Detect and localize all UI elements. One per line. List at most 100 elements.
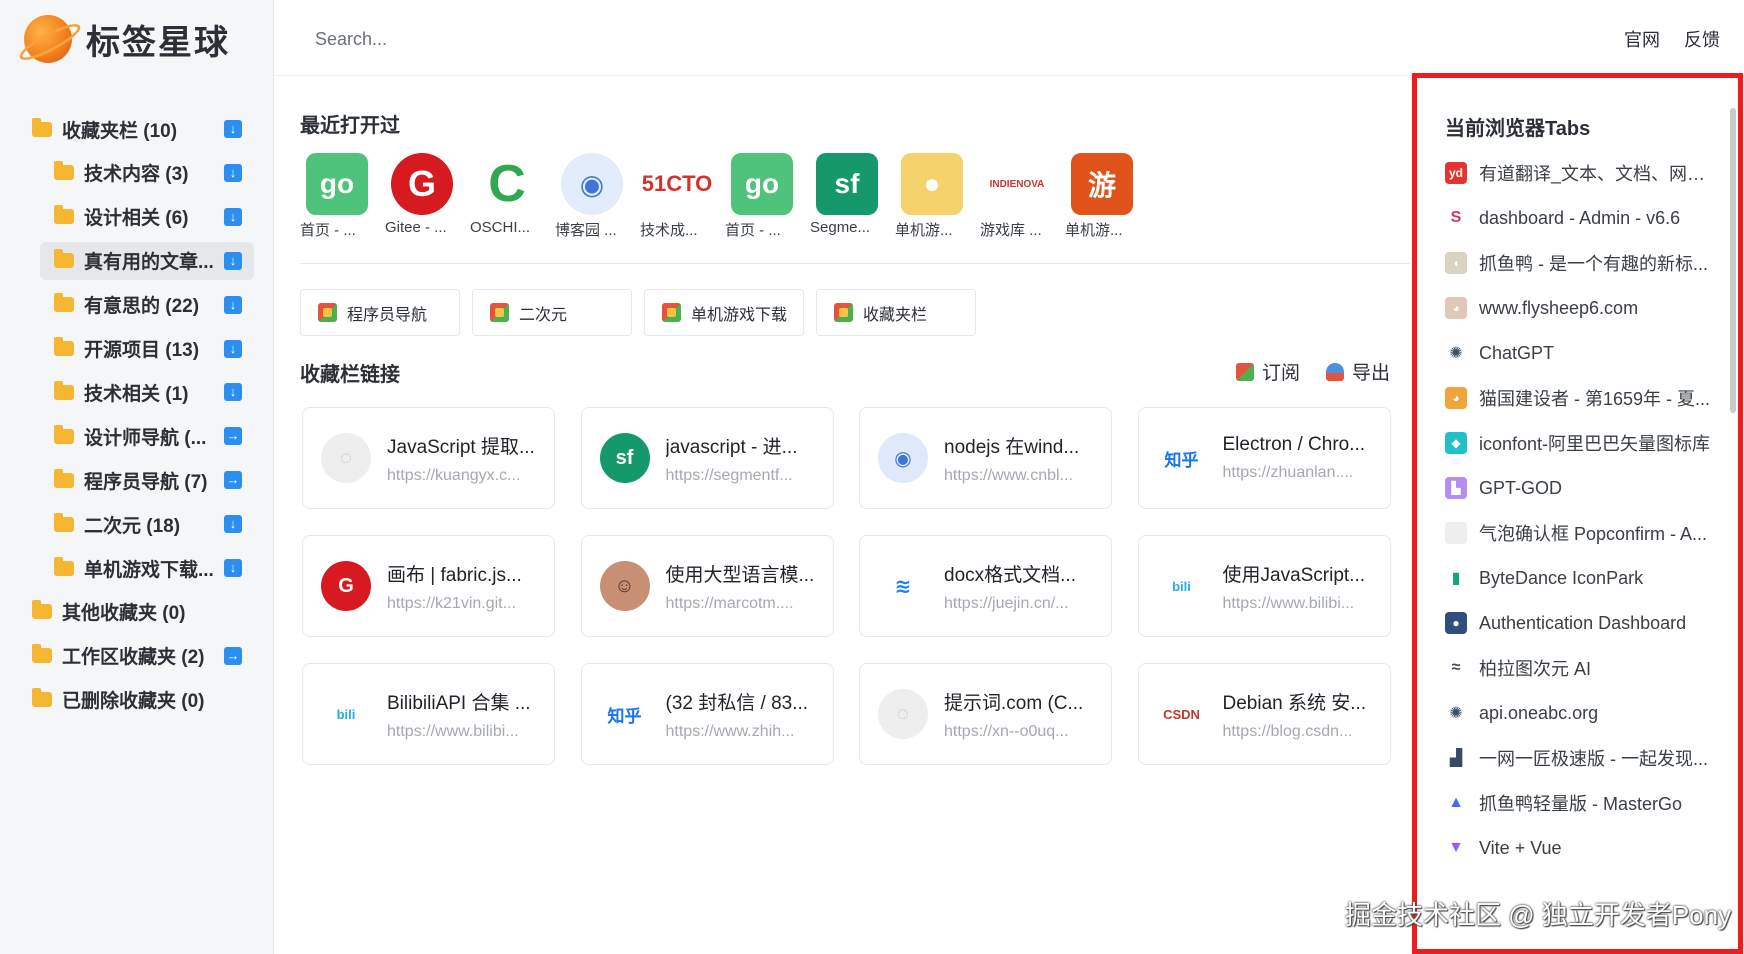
link-card[interactable]: sf javascript - 进... https://segmentf... [580,407,834,509]
browser-tab-item[interactable]: ▼ Vite + Vue [1445,833,1715,863]
download-icon[interactable]: ↓ [224,207,242,226]
folder-chip[interactable]: 收藏夹栏 [816,289,976,336]
link-card[interactable]: ◉ nodejs 在wind... https://www.cnbl... [859,407,1112,509]
link-card[interactable]: G 画布 | fabric.js... https://k21vin.git... [302,535,555,637]
browser-tab-item[interactable]: ▙ GPT-GOD [1445,473,1715,503]
link-card[interactable]: 知乎 (32 封私信 / 83... https://www.zhih... [580,663,834,765]
download-icon[interactable]: ↓ [224,120,242,138]
recent-item[interactable]: ɡo 首页 - ... [300,153,385,240]
link-card[interactable]: bili 使用JavaScript... https://www.bilibi... [1137,535,1391,637]
browser-tab-item[interactable]: ▮ ByteDance IconPark [1445,563,1715,593]
link-card[interactable]: CSDN Debian 系统 安... https://blog.csdn... [1137,663,1391,765]
folder-icon [54,512,74,532]
folder-icon [54,337,74,356]
browser-tab-item[interactable]: 气泡确认框 Popconfirm - A... [1445,518,1715,548]
card-text: 使用JavaScript... https://www.bilibi... [1223,560,1375,613]
folder-icon [54,380,74,400]
search-input[interactable] [315,26,715,52]
card-title: Debian 系统 安... [1222,692,1367,714]
download-icon[interactable]: ↓ [224,163,242,182]
arrow-right-icon[interactable]: → [224,471,242,490]
card-text: 画布 | fabric.js... https://k21vin.git... [387,560,539,613]
download-icon[interactable]: ↓ [224,515,242,534]
browser-tab-label: 柏拉图次元 AI [1479,659,1592,679]
sidebar-folder[interactable]: 单机游戏下载... ↓ [40,549,254,587]
link-card[interactable]: ◌ 提示词.com (C... https://xn--o0uq... [859,663,1112,765]
subscribe-button[interactable]: 订阅 [1235,358,1300,385]
browser-tab-label: 一网一匠极速版 - 一起发现... [1479,749,1708,769]
sidebar-folder[interactable]: 技术内容 (3) ↓ [40,154,254,192]
recent-item[interactable]: 游单机游... [1065,153,1150,240]
tabs-scrollbar[interactable] [1730,108,1736,413]
link-card[interactable]: bili BilibiliAPI 合集 ... https://www.bilibi… [302,663,555,765]
sidebar-folder[interactable]: 真有用的文章... ↓ [40,241,254,280]
app-logo[interactable]: 标签星球 [24,12,230,66]
folder-chip[interactable]: 单机游戏下载 [644,289,804,336]
download-icon[interactable]: ↓ [224,383,242,402]
folder-chip[interactable]: 程序员导航 [300,289,460,336]
sidebar-folder[interactable]: 设计师导航 (... → [40,417,254,455]
recent-item[interactable]: ɡo 首页 - ... [725,153,810,240]
arrow-right-icon[interactable]: → [224,646,242,665]
recent-item[interactable]: ◉ 博客园 ... [555,153,640,240]
recent-item-label: 游戏库 ... [980,222,1042,239]
gitee-icon: G [391,153,453,215]
sidebar-folder[interactable]: 设计相关 (6) ↓ [40,198,254,236]
sidebar-folder[interactable]: 有意思的 (22) ↓ [40,286,254,324]
link-card[interactable]: ≋ docx格式文档... https://juejin.cn/... [859,535,1112,637]
sidebar-folder[interactable]: 二次元 (18) ↓ [40,505,254,543]
top-links: 官网 反馈 [1624,26,1720,52]
sidebar-folder[interactable]: 开源项目 (13) ↓ [40,330,254,368]
recent-item[interactable]: ● 单机游... [895,153,980,240]
cnblogs-icon: ◉ [561,153,623,215]
browser-tab-item[interactable]: ≈ 柏拉图次元 AI [1445,653,1715,683]
browser-tab-item[interactable]: ● Authentication Dashboard [1445,608,1715,638]
folder-chip[interactable]: 二次元 [472,289,632,336]
recent-item[interactable]: sf Segme... [810,153,895,240]
browser-tab-item[interactable]: ▲ 抓鱼鸭轻量版 - MasterGo [1445,788,1715,818]
link-card[interactable]: 知乎 Electron / Chro... https://zhuanlan.... [1137,407,1391,509]
sidebar-folder[interactable]: 收藏夹栏 (10) ↓ [20,110,254,148]
recent-item[interactable]: G Gitee - ... [385,153,470,240]
sidebar-folder[interactable]: 其他收藏夹 (0) [20,593,254,631]
sidebar-folder[interactable]: 程序员导航 (7) → [40,461,254,499]
export-button[interactable]: 导出 [1325,358,1390,385]
s-logo-icon: S [1445,207,1467,229]
browser-tab-item[interactable]: ✺ ChatGPT [1445,338,1715,368]
browser-tab-label: 抓鱼鸭 - 是一个有趣的新标... [1479,254,1708,274]
browser-tab-item[interactable]: ▟ 一网一匠极速版 - 一起发现... [1445,743,1715,773]
arrow-right-icon[interactable]: → [224,427,242,446]
download-icon[interactable]: ↓ [224,295,242,314]
browser-tab-label: api.oneabc.org [1479,702,1599,723]
sidebar-folder[interactable]: 已删除收藏夹 (0) [20,681,254,719]
browser-tab-item[interactable]: Sdashboard - Admin - v6.6 [1445,203,1715,233]
feedback-link[interactable]: 反馈 [1684,26,1720,52]
download-icon[interactable]: ↓ [224,251,242,270]
card-title: 提示词.com (C... [944,692,1084,714]
sidebar-folder[interactable]: 工作区收藏夹 (2) → [20,637,254,675]
browser-tab-label: ByteDance IconPark [1479,567,1644,588]
card-text: 提示词.com (C... https://xn--o0uq... [944,688,1096,741]
top-bar: 官网 反馈 [275,0,1744,76]
browser-tab-item[interactable]: ◕ www.flysheep6.com [1445,293,1715,323]
iconfont-icon: ◆ [1445,432,1467,454]
folder-icon [54,468,74,488]
recent-item[interactable]: INDIENOVA 游戏库 ... [980,153,1065,240]
link-card[interactable]: ☺ 使用大型语言模... https://marcotm.... [580,535,834,637]
card-url: https://zhuanlan.... [1222,464,1354,481]
browser-tab-item[interactable]: yd 有道翻译_文本、文档、网页... [1445,158,1715,188]
download-icon[interactable]: ↓ [224,559,242,577]
download-icon[interactable]: ↓ [224,339,242,358]
browser-tab-item[interactable]: ◆ iconfont-阿里巴巴矢量图标库 [1445,428,1715,458]
recent-item[interactable]: C OSCHI... [470,153,555,240]
official-site-link[interactable]: 官网 [1624,26,1660,52]
card-title: BilibiliAPI 合集 ... [387,692,531,714]
link-card[interactable]: ◌ JavaScript 提取... https://kuangyx.c... [302,407,555,509]
sidebar-folder[interactable]: 技术相关 (1) ↓ [40,373,254,411]
recent-item[interactable]: 51CTO 技术成... [640,153,725,240]
card-text: (32 封私信 / 83... https://www.zhih... [666,688,818,741]
browser-tab-item[interactable]: ◖ 抓鱼鸭 - 是一个有趣的新标... [1445,248,1715,278]
chip-label: 单机游戏下载 [691,306,788,324]
browser-tab-item[interactable]: ◕ 猫国建设者 - 第1659年 - 夏... [1445,383,1715,413]
browser-tab-item[interactable]: ✺ api.oneabc.org [1445,698,1715,728]
